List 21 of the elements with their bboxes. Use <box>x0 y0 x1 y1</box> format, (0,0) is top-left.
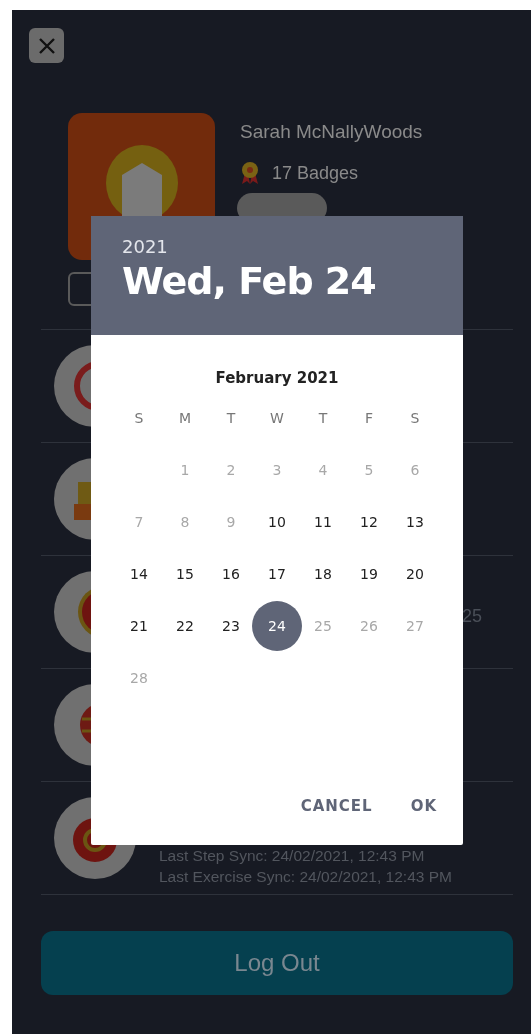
weekday-label: F <box>363 409 375 428</box>
close-icon <box>37 36 56 55</box>
weekday-label: S <box>133 409 145 428</box>
year-label[interactable]: 2021 <box>122 236 463 257</box>
weekday-label: T <box>317 409 329 428</box>
month-title: February 2021 <box>215 369 339 387</box>
sync-time: Last Exercise Sync: 24/02/2021, 12:43 PM <box>159 866 452 887</box>
dialog-button[interactable]: CANCEL <box>290 791 383 821</box>
weekday-label: M <box>177 409 193 428</box>
calendar-day[interactable]: 24 <box>252 601 302 651</box>
weekday-label: W <box>269 409 285 428</box>
weekday-label: T <box>225 409 237 428</box>
medal-icon <box>240 161 260 185</box>
close-button[interactable] <box>29 28 64 63</box>
selected-date[interactable]: Wed, Feb 24 <box>122 259 463 303</box>
badge-count: 17 Badges <box>272 162 359 184</box>
weekday-label: S <box>409 409 421 428</box>
dialog-button[interactable]: OK <box>400 791 447 821</box>
sync-time: Last Step Sync: 24/02/2021, 12:43 PM <box>159 845 426 866</box>
calendar-day: 28 <box>114 653 164 703</box>
user-name: Sarah McNallyWoods <box>240 121 423 143</box>
